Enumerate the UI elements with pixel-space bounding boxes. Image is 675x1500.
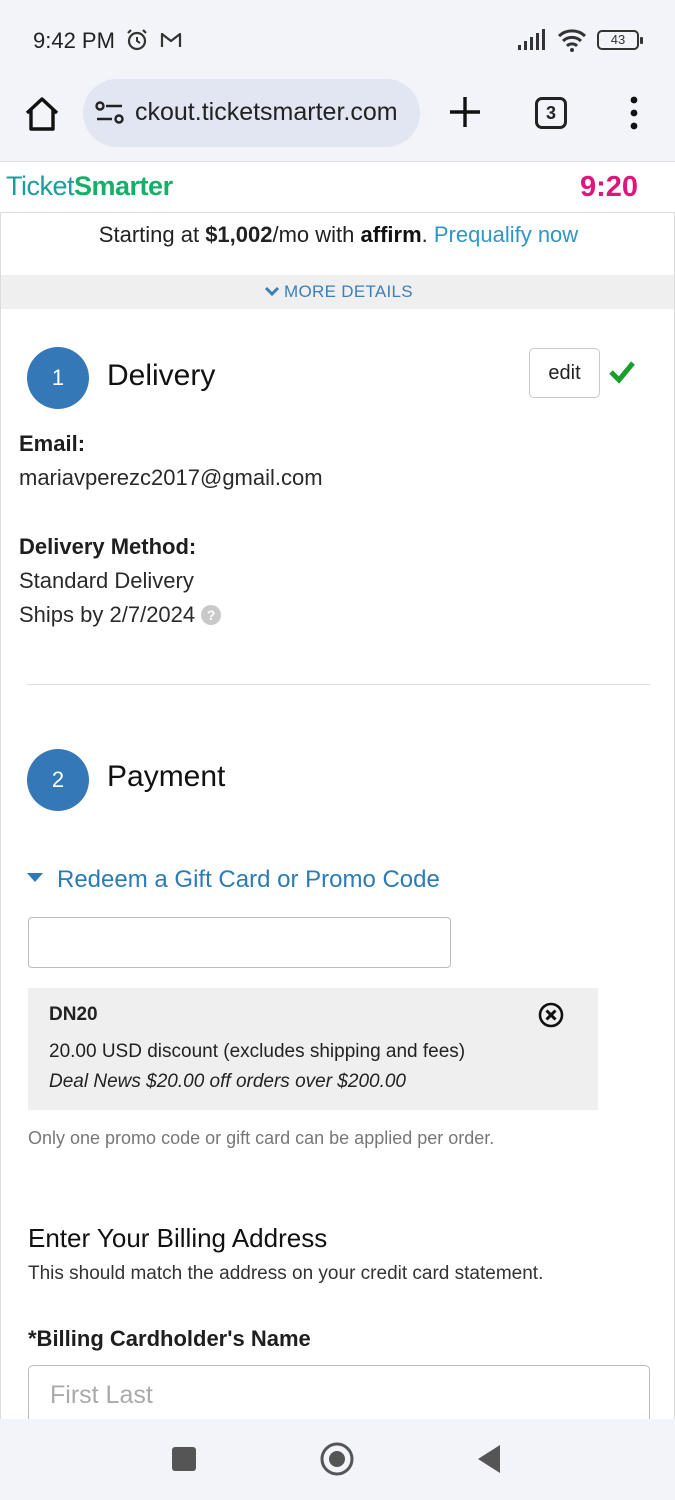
billing-subtitle: This should match the address on your cr… <box>28 1263 544 1284</box>
tab-switcher-icon[interactable]: 3 <box>535 97 567 129</box>
plus-icon[interactable] <box>446 93 484 131</box>
system-nav-bar <box>0 1419 675 1500</box>
checkmark-icon <box>609 361 635 384</box>
home-circle-icon[interactable] <box>319 1441 355 1477</box>
status-left-icons <box>125 28 183 52</box>
wifi-icon <box>557 29 587 52</box>
remove-promo-icon[interactable] <box>538 1002 564 1028</box>
ships-by-row: Ships by 2/7/2024? <box>19 602 222 628</box>
address-bar[interactable]: ckout.ticketsmarter.com <box>83 79 420 147</box>
url-text[interactable]: ckout.ticketsmarter.com <box>135 98 398 127</box>
gmail-icon <box>160 32 182 47</box>
chevron-down-icon <box>264 286 280 297</box>
email-label: Email: <box>19 431 86 456</box>
caret-down-icon <box>27 873 43 882</box>
kebab-menu-icon[interactable] <box>624 94 644 134</box>
payment-step-badge: 2 <box>27 749 89 811</box>
delivery-method-label: Delivery Method: <box>19 534 197 559</box>
checkout-timer: 9:20 <box>579 171 638 203</box>
status-time: 9:42 PM <box>33 28 115 53</box>
recents-square-icon[interactable] <box>166 1441 202 1477</box>
help-icon[interactable]: ? <box>201 605 222 625</box>
affirm-amount: $1,002 <box>205 222 273 247</box>
site-settings-icon[interactable] <box>95 101 125 125</box>
delivery-step-badge: 1 <box>27 347 89 409</box>
email-value: mariavperezc2017@gmail.com <box>19 465 323 490</box>
cardholder-name-input[interactable] <box>28 1365 650 1419</box>
billing-title: Enter Your Billing Address <box>28 1223 328 1253</box>
status-bar: 9:42 PM 43 <box>0 0 675 80</box>
affirm-period: . <box>421 222 434 247</box>
promo-note: Deal News $20.00 off orders over $200.00 <box>49 1071 406 1092</box>
section-divider <box>27 684 650 685</box>
promo-code-name: DN20 <box>49 1004 98 1025</box>
affirm-suffix: /mo with <box>272 222 361 247</box>
applied-promo-card: DN20 20.00 USD discount (excludes shippi… <box>28 988 598 1110</box>
promo-description: 20.00 USD discount (excludes shipping an… <box>49 1041 466 1062</box>
promo-toggle-label: Redeem a Gift Card or Promo Code <box>57 866 440 893</box>
browser-toolbar: ckout.ticketsmarter.com 3 <box>0 79 675 162</box>
site-header: TicketSmarter 9:20 <box>0 163 675 213</box>
logo-part-1: Ticket <box>6 171 75 201</box>
affirm-logo: affirm <box>360 222 422 247</box>
edit-delivery-button[interactable]: edit <box>529 348 600 398</box>
ships-by-text: Ships by 2/7/2024 <box>19 602 196 627</box>
prequalify-link[interactable]: Prequalify now <box>434 222 578 247</box>
home-icon[interactable] <box>22 94 62 134</box>
payment-title: Payment <box>107 760 226 793</box>
ticketsmarter-logo[interactable]: TicketSmarter <box>6 171 173 202</box>
delivery-title: Delivery <box>107 359 216 392</box>
signal-icon <box>518 29 545 50</box>
cardholder-name-label: *Billing Cardholder's Name <box>28 1326 311 1351</box>
affirm-prefix: Starting at <box>98 222 206 247</box>
more-details-label: MORE DETAILS <box>284 282 413 301</box>
promo-rule-text: Only one promo code or gift card can be … <box>28 1128 495 1148</box>
battery-icon: 43 <box>597 30 643 50</box>
logo-part-2: Smarter <box>74 171 173 201</box>
affirm-banner: Starting at $1,002/mo with affirm. Prequ… <box>1 222 674 248</box>
delivery-method-value: Standard Delivery <box>19 568 194 593</box>
status-right-icons: 43 <box>517 28 643 52</box>
promo-code-input[interactable] <box>28 917 451 968</box>
back-triangle-icon[interactable] <box>472 1441 508 1477</box>
more-details-toggle[interactable]: MORE DETAILS <box>1 275 674 309</box>
promo-code-toggle[interactable]: Redeem a Gift Card or Promo Code <box>27 866 440 894</box>
alarm-icon <box>127 29 147 51</box>
checkout-content: Starting at $1,002/mo with affirm. Prequ… <box>0 213 675 1419</box>
